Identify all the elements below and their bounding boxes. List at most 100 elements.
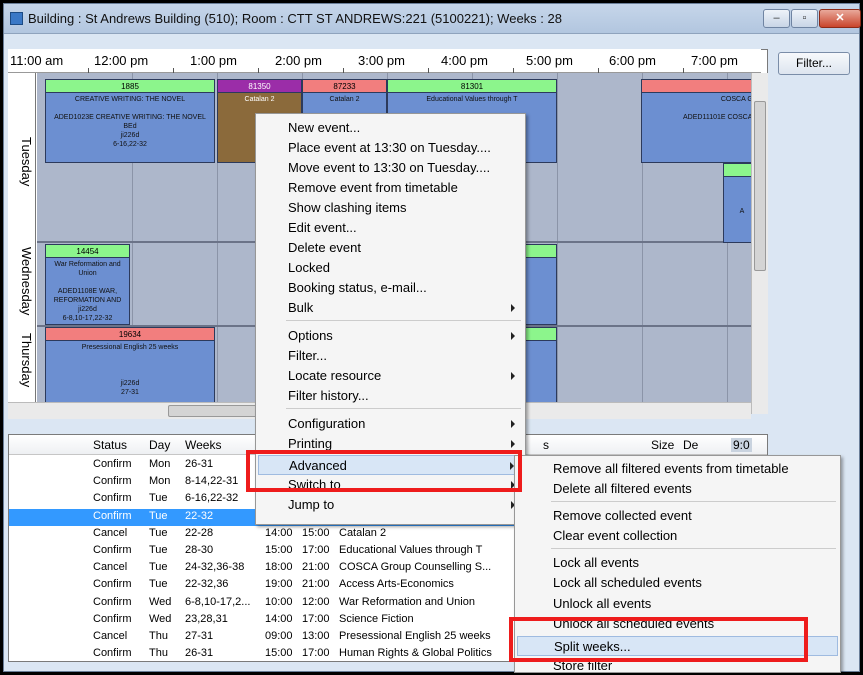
cell-start: 18:00 [265, 561, 293, 574]
vertical-scrollbar[interactable] [751, 73, 768, 414]
cell-start: 09:00 [265, 630, 293, 642]
submenu-item-lock-all-events[interactable]: Lock all events [517, 553, 838, 573]
cell-start: 10:00 [265, 595, 293, 608]
cell-end: 17:00 [302, 544, 330, 556]
cell-status: Confirm [93, 509, 132, 522]
menu-item-filter-history[interactable]: Filter history... [258, 386, 523, 406]
event-block[interactable]: 19634 Presessional English 25 weeks ji22… [45, 327, 215, 402]
chevron-right-icon [511, 420, 515, 428]
cell-weeks: 24-32,36-38 [185, 561, 245, 574]
event-text: Presessional English 25 weeks ji226d 27-… [81, 344, 179, 396]
menu-item-options[interactable]: Options [258, 326, 523, 346]
cell-start: 14:00 [265, 612, 293, 625]
event-block[interactable]: COSCA Gro ADED11101E COSCA C 24 [641, 79, 761, 163]
minimize-button[interactable]: – [763, 9, 790, 28]
cell-day: Tue [149, 578, 168, 591]
cell-day: Tue [149, 526, 168, 539]
cell-title: Presessional English 25 weeks [339, 630, 491, 642]
cell-title: Science Fiction [339, 612, 414, 625]
cell-title: War Reformation and Union [339, 595, 475, 608]
menu-item-label: Place event at 13:30 on Tuesday.... [288, 140, 491, 155]
filter-button[interactable]: Filter... [778, 52, 850, 75]
menu-item-bulk[interactable]: Bulk [258, 298, 523, 318]
cell-status: Cancel [93, 526, 128, 539]
menu-item-label: Filter... [288, 348, 328, 363]
col-nine[interactable]: 9:0 [731, 438, 752, 452]
event-id [642, 80, 760, 93]
chevron-right-icon [511, 304, 515, 312]
highlight-box-advanced [246, 450, 522, 492]
menu-item-remove-event-from-timetable[interactable]: Remove event from timetable [258, 178, 523, 198]
menu-item-show-clashing-items[interactable]: Show clashing items [258, 198, 523, 218]
event-text: CREATIVE WRITING: THE NOVEL ADED1023E CR… [54, 96, 206, 148]
event-text: War Reformation and Union ADED1108E WAR,… [53, 261, 122, 322]
menu-item-place-event-at-13-30-on-tuesday[interactable]: Place event at 13:30 on Tuesday.... [258, 138, 523, 158]
menu-item-locate-resource[interactable]: Locate resource [258, 366, 523, 386]
event-id: 14454 [46, 245, 129, 258]
menu-item-label: Locate resource [288, 368, 382, 383]
submenu-item-clear-event-collection[interactable]: Clear event collection [517, 526, 838, 546]
cell-status: Confirm [93, 647, 132, 660]
cell-day: Tue [149, 492, 168, 505]
menu-separator [286, 408, 521, 409]
menu-item-new-event[interactable]: New event... [258, 118, 523, 138]
menu-item-label: Printing [288, 436, 333, 451]
cell-weeks: 6-8,10-17,2... [185, 595, 251, 608]
col-day[interactable]: Day [149, 438, 170, 452]
time-label: 5:00 pm [526, 53, 573, 68]
submenu-item-remove-all-filtered-events-from-timetable[interactable]: Remove all filtered events from timetabl… [517, 459, 838, 479]
col-s[interactable]: s [543, 438, 549, 452]
menu-item-label: New event... [288, 120, 361, 135]
title-bar[interactable]: Building : St Andrews Building (510); Ro… [4, 4, 861, 34]
submenu-item-lock-all-scheduled-events[interactable]: Lock all scheduled events [517, 573, 838, 593]
cell-day: Wed [149, 595, 172, 608]
submenu-item-unlock-all-events[interactable]: Unlock all events [517, 594, 838, 614]
menu-item-move-event-to-13-30-on-tuesday[interactable]: Move event to 13:30 on Tuesday.... [258, 158, 523, 178]
cell-end: 15:00 [302, 526, 330, 539]
col-size[interactable]: Size [651, 438, 674, 452]
day-label-tuesday: Tuesday [19, 137, 34, 187]
menu-separator [286, 320, 521, 321]
time-label: 2:00 pm [275, 53, 322, 68]
menu-item-jump-to[interactable]: Jump to [258, 495, 523, 515]
event-id: 19634 [46, 328, 214, 341]
menu-item-delete-event[interactable]: Delete event [258, 238, 523, 258]
submenu-item-delete-all-filtered-events[interactable]: Delete all filtered events [517, 479, 838, 499]
menu-item-locked[interactable]: Locked [258, 258, 523, 278]
time-label: 6:00 pm [609, 53, 656, 68]
event-block[interactable]: 14454 War Reformation and Union ADED1108… [45, 244, 130, 325]
menu-item-configuration[interactable]: Configuration [258, 414, 523, 434]
menu-item-label: Bulk [288, 300, 314, 315]
menu-item-filter[interactable]: Filter... [258, 346, 523, 366]
app-icon [10, 12, 23, 25]
close-button[interactable]: ✕ [819, 9, 861, 28]
cell-end: 21:00 [302, 578, 330, 591]
menu-item-label: Remove event from timetable [288, 180, 458, 195]
cell-status: Confirm [93, 492, 132, 505]
submenu-item-remove-collected-event[interactable]: Remove collected event [517, 506, 838, 526]
col-de[interactable]: De [683, 438, 698, 452]
time-label: 11:00 am [10, 53, 64, 68]
chevron-right-icon [511, 372, 515, 380]
cell-end: 12:00 [302, 595, 330, 608]
event-id: 81301 [388, 80, 556, 93]
maximize-button[interactable]: ▫ [791, 9, 818, 28]
scroll-thumb[interactable] [754, 101, 766, 271]
col-weeks[interactable]: Weeks [185, 438, 221, 452]
event-block[interactable]: 1885 CREATIVE WRITING: THE NOVEL ADED102… [45, 79, 215, 163]
cell-status: Cancel [93, 630, 128, 642]
menu-item-edit-event[interactable]: Edit event... [258, 218, 523, 238]
menu-item-label: Locked [288, 260, 330, 275]
cell-end: 17:00 [302, 612, 330, 625]
chevron-right-icon [511, 332, 515, 340]
cell-day: Thu [149, 630, 168, 642]
cell-status: Confirm [93, 475, 132, 488]
time-label: 12:00 pm [94, 53, 149, 68]
time-label: 7:00 pm [691, 53, 738, 68]
day-label-thursday: Thursday [19, 333, 34, 388]
cell-status: Confirm [93, 595, 132, 608]
col-status[interactable]: Status [93, 438, 127, 452]
cell-status: Cancel [93, 561, 128, 574]
menu-item-booking-status-e-mail[interactable]: Booking status, e-mail... [258, 278, 523, 298]
cell-day: Tue [149, 509, 168, 522]
